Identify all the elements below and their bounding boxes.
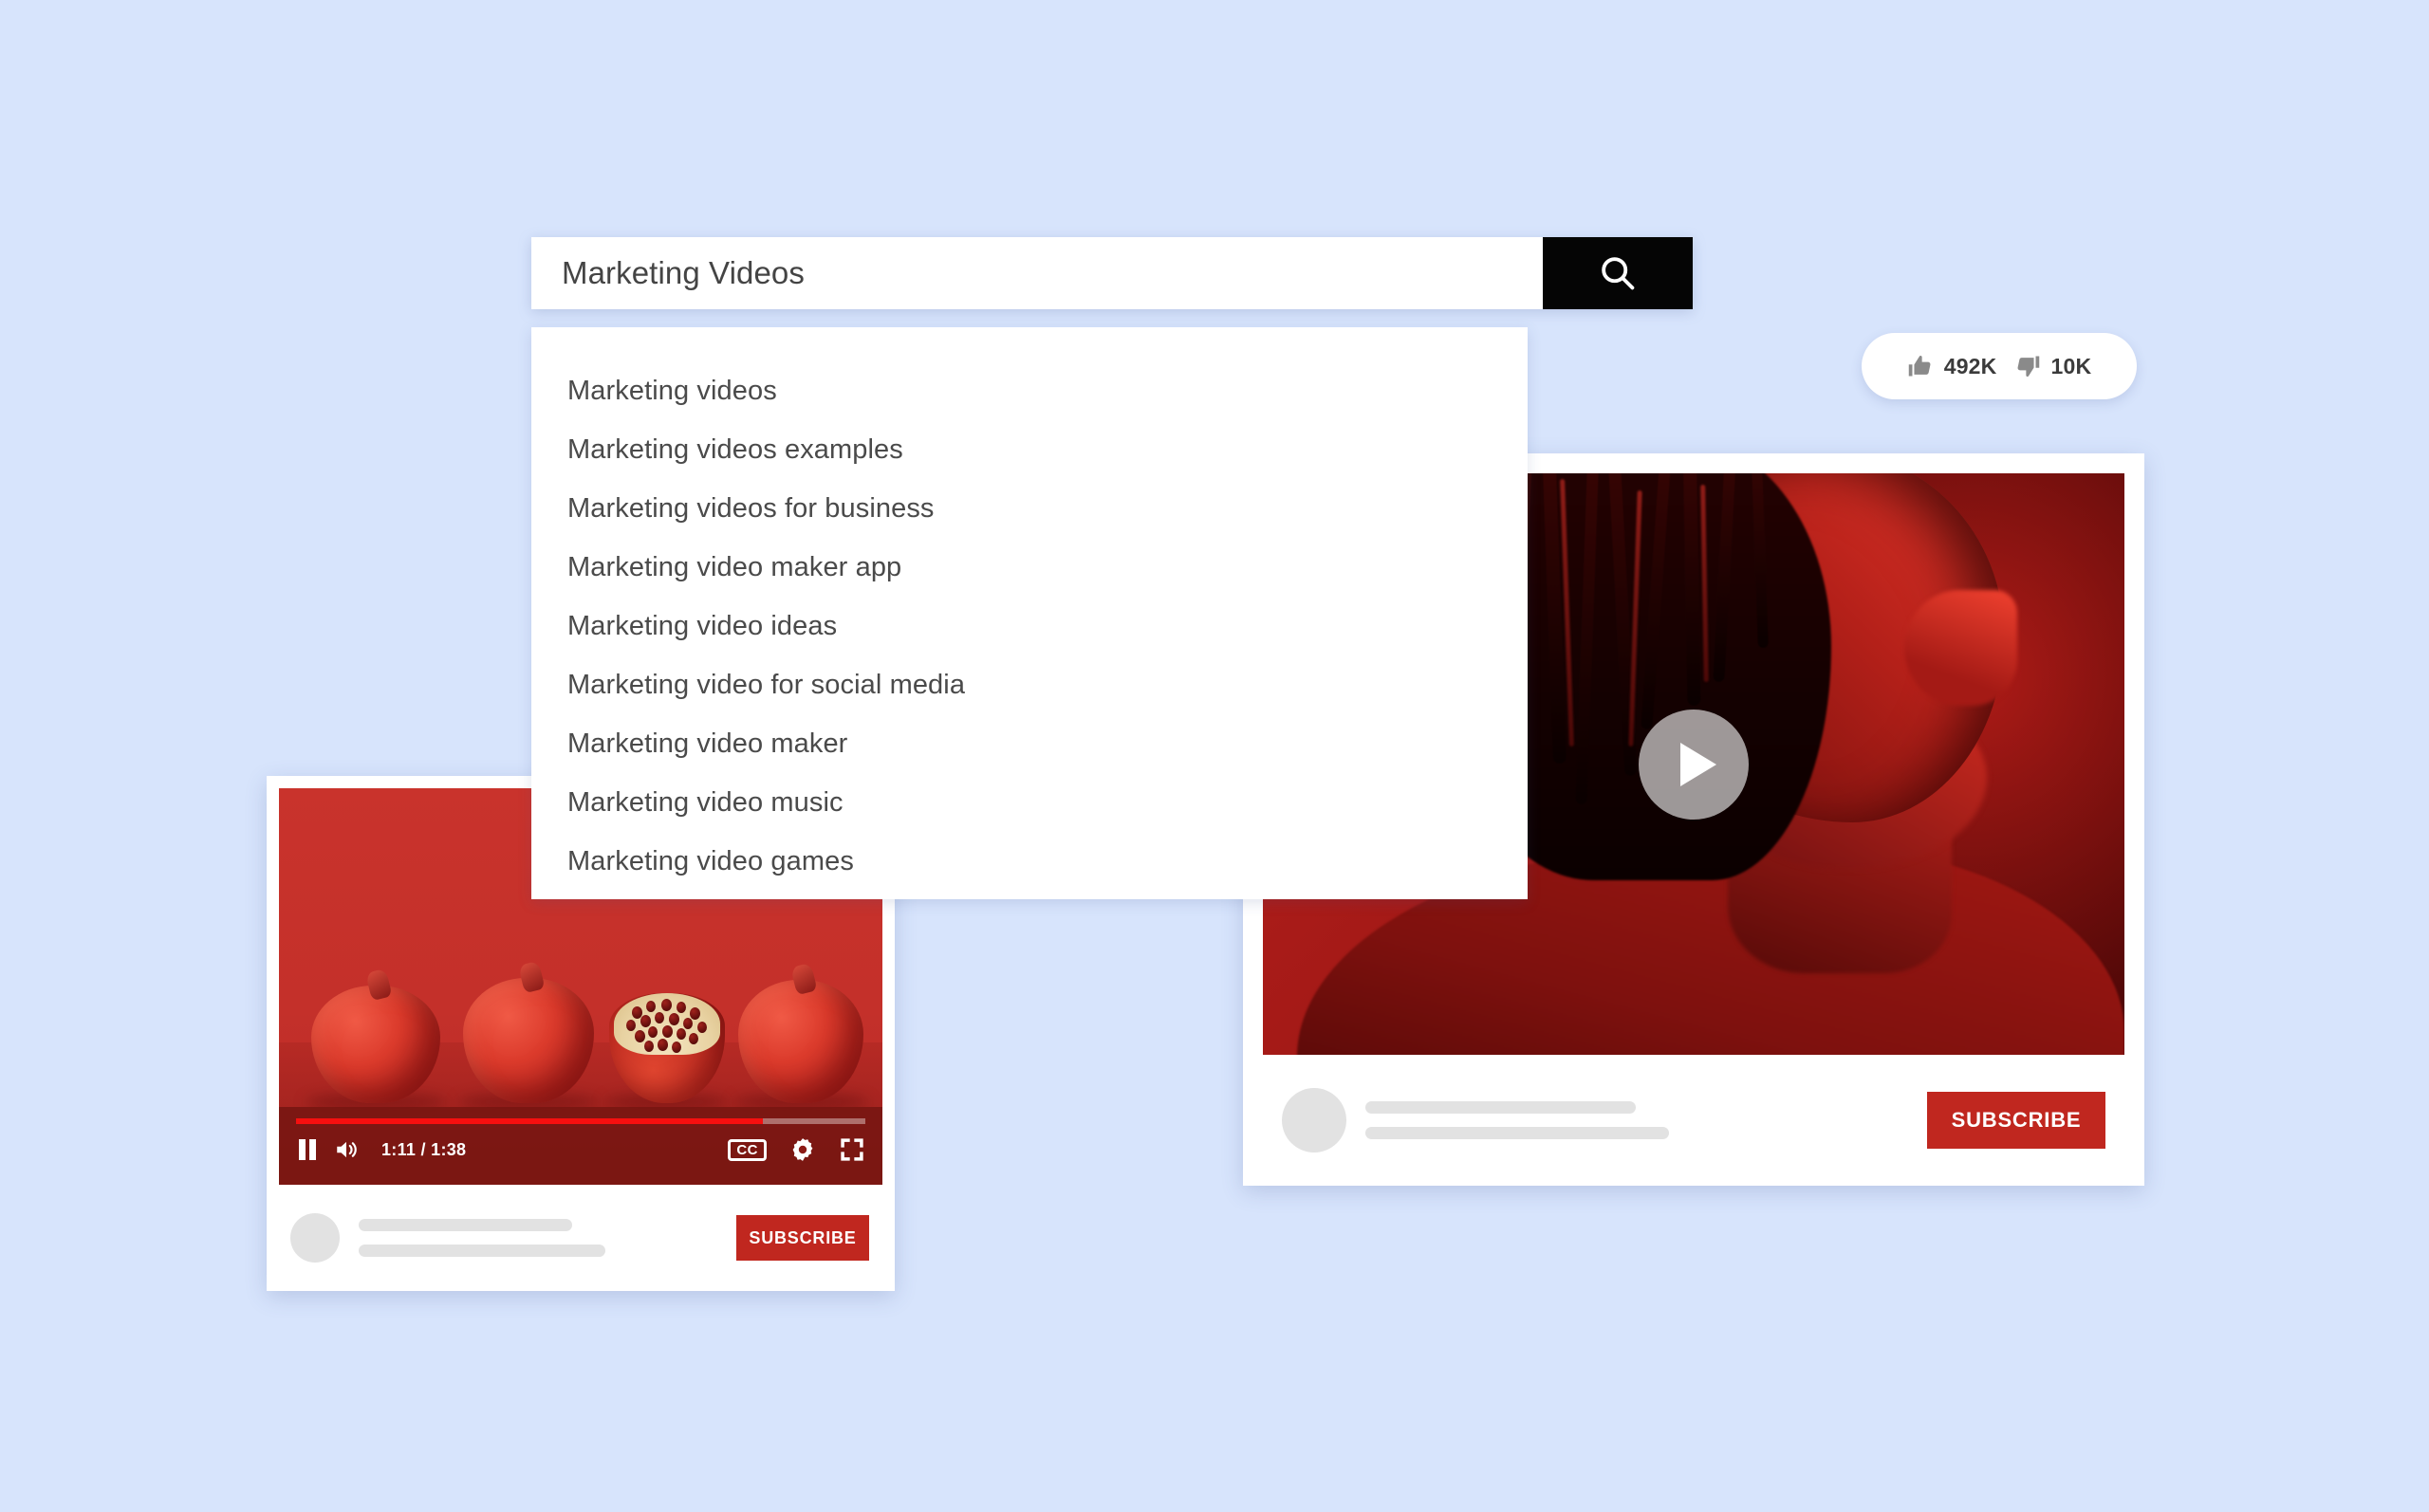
dislike-count: 10K <box>2050 353 2092 378</box>
search-input[interactable]: Marketing Videos <box>531 237 1543 309</box>
video-meta-portrait: SUBSCRIBE <box>1263 1055 2124 1186</box>
channel-placeholder-lines <box>1365 1101 1669 1139</box>
like-count: 492K <box>1943 353 1997 378</box>
suggestion-item[interactable]: Marketing videos <box>531 361 1528 420</box>
captions-button[interactable]: CC <box>728 1138 767 1161</box>
dislike-button[interactable]: 10K <box>2014 353 2092 379</box>
thumbs-up-icon <box>1908 355 1931 377</box>
pause-icon <box>299 1139 316 1160</box>
page-canvas: Marketing Videos Marketing videos Market… <box>0 0 2429 1512</box>
placeholder-line <box>1365 1127 1669 1139</box>
search-suggestions-dropdown: Marketing videos Marketing videos exampl… <box>531 327 1528 899</box>
suggestion-item[interactable]: Marketing video maker <box>531 714 1528 773</box>
subscribe-button[interactable]: SUBSCRIBE <box>736 1215 869 1261</box>
suggestion-item[interactable]: Marketing videos for business <box>531 479 1528 538</box>
search-icon <box>1602 257 1635 290</box>
search-input-value: Marketing Videos <box>562 255 805 290</box>
pause-button[interactable] <box>296 1137 319 1162</box>
placeholder-line <box>1365 1101 1636 1114</box>
volume-button[interactable] <box>334 1137 359 1162</box>
search-button[interactable] <box>1543 237 1693 309</box>
play-button[interactable] <box>1639 709 1749 820</box>
progress-bar[interactable] <box>296 1118 865 1124</box>
player-controls: 1:11 / 1:38 CC <box>279 1107 882 1185</box>
subscribe-button[interactable]: SUBSCRIBE <box>1927 1092 2105 1149</box>
video-meta-pomegranate: SUBSCRIBE <box>279 1185 882 1291</box>
placeholder-line <box>359 1245 605 1257</box>
gear-icon <box>792 1138 813 1161</box>
suggestion-item[interactable]: Marketing video for social media <box>531 655 1528 714</box>
suggestion-item[interactable]: Marketing videos examples <box>531 420 1528 479</box>
channel-placeholder-lines <box>359 1219 605 1257</box>
fullscreen-icon <box>841 1138 863 1161</box>
fullscreen-button[interactable] <box>839 1136 865 1163</box>
time-display: 1:11 / 1:38 <box>381 1139 467 1159</box>
progress-played <box>296 1118 763 1124</box>
reactions-pill: 492K 10K <box>1862 333 2137 399</box>
settings-button[interactable] <box>789 1136 816 1163</box>
thumbs-down-icon <box>2017 356 2039 378</box>
suggestion-item[interactable]: Marketing video games <box>531 832 1528 891</box>
volume-icon <box>337 1141 357 1158</box>
suggestion-item[interactable]: Marketing video ideas <box>531 597 1528 655</box>
search-bar: Marketing Videos <box>531 237 1693 309</box>
play-icon <box>1679 742 1716 786</box>
avatar <box>1282 1088 1346 1152</box>
like-button[interactable]: 492K <box>1907 353 1997 379</box>
suggestion-item[interactable]: Marketing video maker app <box>531 538 1528 597</box>
avatar <box>290 1213 340 1263</box>
suggestion-item[interactable]: Marketing video music <box>531 773 1528 832</box>
placeholder-line <box>359 1219 572 1231</box>
